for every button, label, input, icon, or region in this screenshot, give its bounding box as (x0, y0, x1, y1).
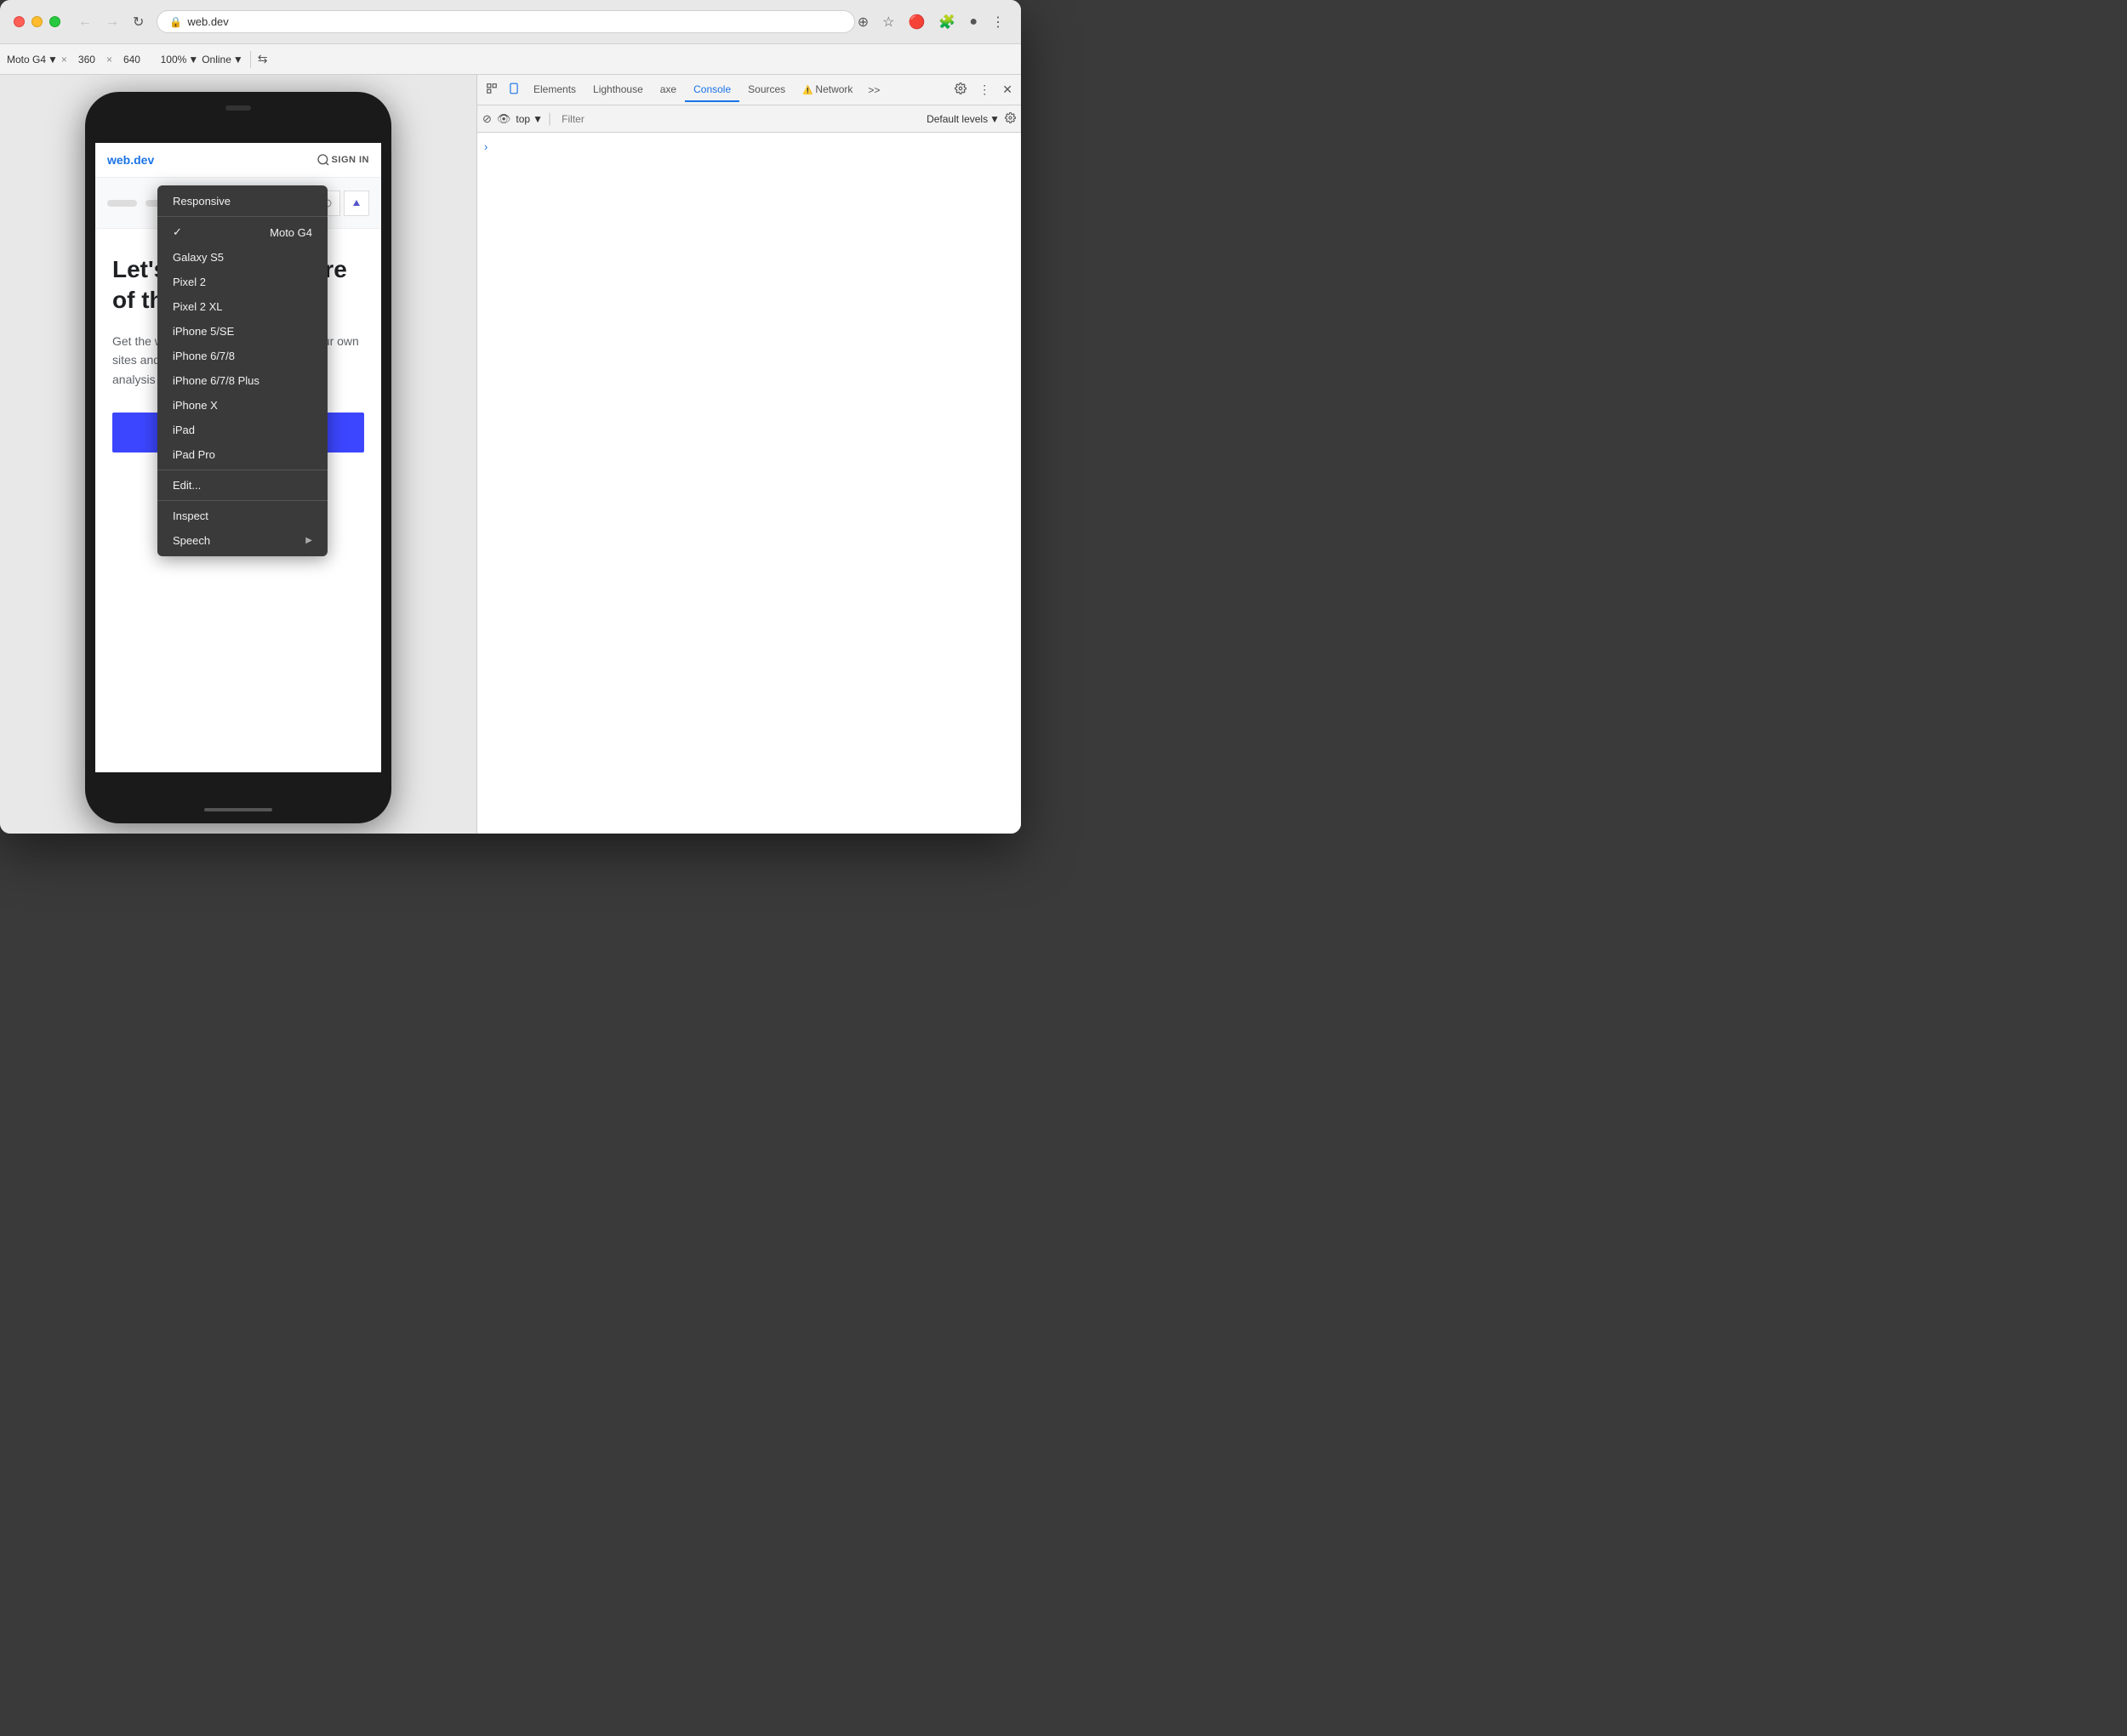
ctx-speech[interactable]: Speech (157, 528, 328, 553)
console-filter-separator: | (548, 111, 551, 127)
console-prompt-chevron[interactable]: › (484, 140, 488, 153)
phone-home-indicator (204, 808, 272, 811)
main-content: web.dev SIGN IN (0, 75, 1021, 834)
console-toolbar: ⊘ 👁 top ▼ | Default levels ▼ (477, 105, 1021, 133)
network-selector[interactable]: Online ▼ (202, 54, 243, 65)
minimize-traffic-light[interactable] (31, 16, 43, 27)
browser-window: ← → ↻ 🔒 web.dev ⊕ ☆ 🔴 🧩 ● ⋮ Moto G4 ▼ × … (0, 0, 1021, 834)
device-select-button[interactable]: Moto G4 ▼ (7, 54, 58, 65)
ctx-iphone-5-se[interactable]: iPhone 5/SE (157, 319, 328, 344)
tab-elements[interactable]: Elements (525, 78, 584, 102)
ctx-responsive-item[interactable]: Responsive (157, 189, 328, 213)
console-block-icon: ⊘ (482, 112, 492, 126)
webdev-nav: web.dev SIGN IN (95, 143, 381, 178)
devtools-panel-controls: ⋮ ✕ (949, 79, 1018, 100)
ctx-ipad[interactable]: iPad (157, 418, 328, 442)
rotate-icon[interactable]: ⇆ (258, 52, 268, 66)
triangle-icon (351, 198, 362, 208)
tab-network[interactable]: Network (794, 78, 861, 102)
traffic-lights (14, 16, 60, 27)
refresh-button[interactable]: ↻ (128, 11, 148, 33)
forward-button[interactable]: → (101, 11, 123, 33)
url-text: web.dev (187, 15, 228, 28)
device-emulation-button[interactable] (503, 79, 525, 100)
ctx-moto-g4[interactable]: Moto G4 (157, 219, 328, 245)
nav-buttons: ← → ↻ (74, 11, 148, 33)
width-input[interactable] (71, 54, 103, 65)
context-menu: Responsive Moto G4 Galaxy S5 Pixel 2 Pix… (157, 185, 328, 556)
tab-overflow[interactable]: >> (863, 81, 885, 100)
ctx-pixel-2[interactable]: Pixel 2 (157, 270, 328, 294)
devtools-tabs: Elements Lighthouse axe Console Sources … (477, 75, 1021, 105)
zoom-selector[interactable]: 100% ▼ (161, 54, 199, 65)
ctx-edit[interactable]: Edit... (157, 473, 328, 498)
title-bar: ← → ↻ 🔒 web.dev ⊕ ☆ 🔴 🧩 ● ⋮ (0, 0, 1021, 44)
inspect-icon (486, 83, 498, 94)
dimension-separator: × (61, 54, 67, 65)
back-button[interactable]: ← (74, 11, 96, 33)
settings-gear-icon (955, 83, 967, 94)
ctx-iphone-678[interactable]: iPhone 6/7/8 (157, 344, 328, 368)
console-gear-icon (1005, 112, 1016, 123)
ctx-iphone-678-plus[interactable]: iPhone 6/7/8 Plus (157, 368, 328, 393)
device-selector: Moto G4 ▼ (7, 54, 58, 65)
tab-sources[interactable]: Sources (739, 78, 794, 102)
cast-button[interactable]: ⊕ (855, 11, 871, 33)
toolbar-separator (250, 51, 251, 68)
dim-gap (151, 54, 157, 65)
dimension-x: × (106, 54, 112, 65)
account-button[interactable]: ● (967, 12, 980, 32)
tab-axe[interactable]: axe (652, 78, 685, 102)
default-levels-selector[interactable]: Default levels ▼ (927, 113, 1000, 125)
console-filter-input[interactable] (556, 111, 921, 127)
close-traffic-light[interactable] (14, 16, 25, 27)
tab-console[interactable]: Console (685, 78, 739, 102)
console-content: › (477, 133, 1021, 834)
console-settings-button[interactable] (1005, 112, 1016, 126)
ctx-galaxy-s5[interactable]: Galaxy S5 (157, 245, 328, 270)
lock-icon: 🔒 (169, 16, 182, 28)
search-nav-icon (316, 153, 330, 167)
tab-lighthouse[interactable]: Lighthouse (584, 78, 652, 102)
webdev-logo: web.dev (107, 153, 154, 167)
bookmark-button[interactable]: ☆ (880, 11, 897, 33)
phone-notch (225, 105, 251, 111)
ctx-ipad-pro[interactable]: iPad Pro (157, 442, 328, 467)
menu-button[interactable]: ⋮ (989, 11, 1007, 33)
ctx-separator-3 (157, 500, 328, 501)
devtools-panel: Elements Lighthouse axe Console Sources … (476, 75, 1021, 834)
maximize-traffic-light[interactable] (49, 16, 60, 27)
ctx-inspect[interactable]: Inspect (157, 504, 328, 528)
toolbar-right: ⊕ ☆ 🔴 🧩 ● ⋮ (855, 11, 1007, 33)
height-input[interactable] (116, 54, 148, 65)
devtools-more-button[interactable]: ⋮ (973, 79, 995, 100)
ctx-iphone-x[interactable]: iPhone X (157, 393, 328, 418)
browser-viewport: web.dev SIGN IN (0, 75, 476, 834)
sign-in-button[interactable]: SIGN IN (332, 155, 369, 165)
address-bar[interactable]: 🔒 web.dev (157, 10, 854, 33)
devtools-settings-button[interactable] (949, 79, 972, 100)
puzzle-button[interactable]: 🧩 (936, 11, 958, 33)
responsive-toolbar: Moto G4 ▼ × × 100% ▼ Online ▼ ⇆ (0, 44, 1021, 75)
inspect-element-button[interactable] (481, 79, 503, 100)
device-icon (508, 83, 520, 94)
console-eye-icon: 👁 (497, 112, 511, 126)
extension1-button[interactable]: 🔴 (905, 11, 927, 33)
ctx-pixel-2-xl[interactable]: Pixel 2 XL (157, 294, 328, 319)
devtools-close-button[interactable]: ✕ (997, 79, 1018, 100)
console-context-selector[interactable]: top ▼ (516, 113, 543, 125)
ctx-separator-1 (157, 216, 328, 217)
